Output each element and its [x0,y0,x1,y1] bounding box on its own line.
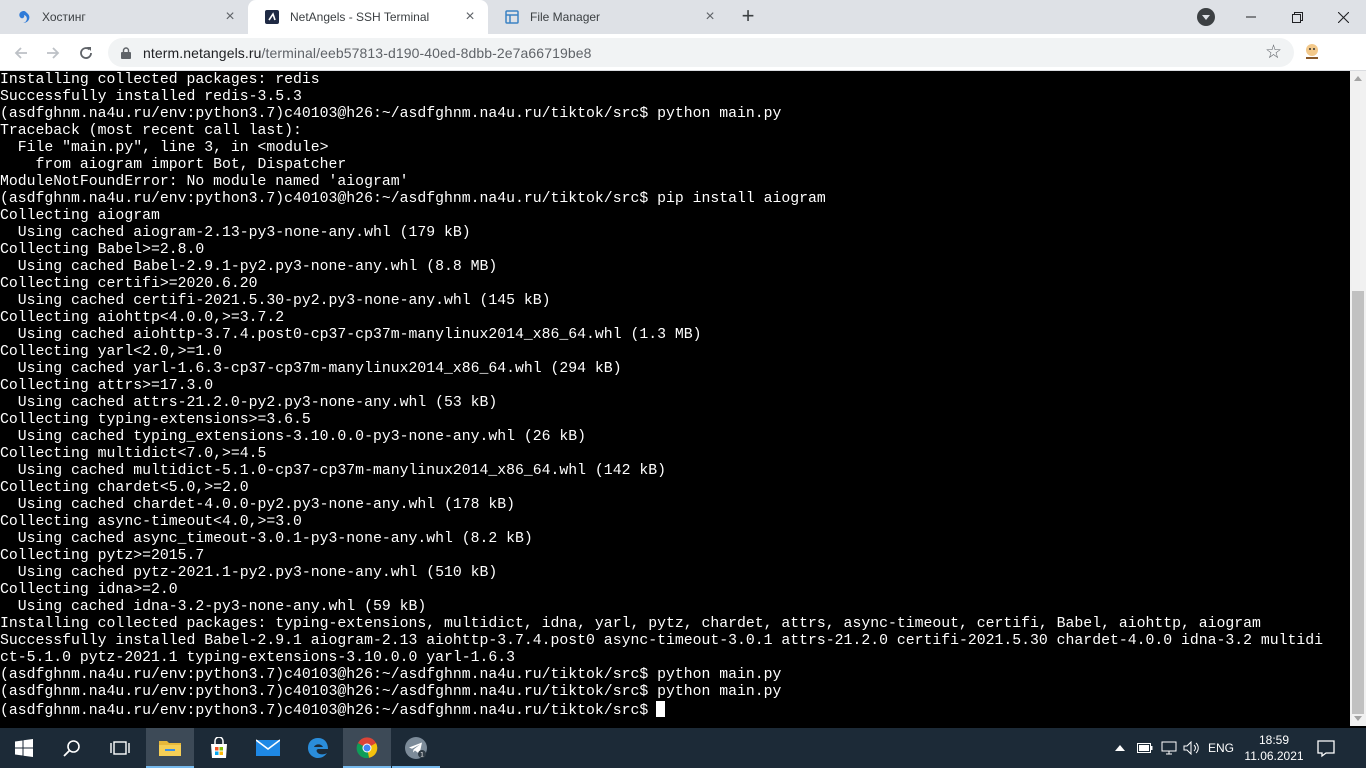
network-icon[interactable] [1158,728,1180,768]
task-view-icon[interactable] [96,728,144,768]
url-host: nterm.netangels.ru [143,45,262,61]
terminal-line: Installing collected packages: redis [0,72,320,88]
edge-icon[interactable] [294,728,342,768]
restore-icon[interactable] [1274,0,1320,34]
terminal-line: Successfully installed redis-3.5.3 [0,89,302,105]
windows-taskbar: 1 ENG 18:59 11.06.2021 [0,728,1366,768]
tab-title: NetAngels - SSH Terminal [290,10,430,24]
reload-icon[interactable] [73,40,99,66]
terminal-line: Using cached async_timeout-3.0.1-py3-non… [0,531,533,547]
terminal-scrollbar[interactable] [1350,71,1366,726]
terminal-line: Using cached idna-3.2-py3-none-any.whl (… [0,599,427,615]
terminal-line: Using cached certifi-2021.5.30-py2.py3-n… [0,293,551,309]
close-tab-icon[interactable]: × [702,9,718,25]
terminal-line: Collecting aiohttp<4.0.0,>=3.7.2 [0,310,285,326]
tab-title: Хостинг [42,10,86,24]
show-hidden-icons-icon[interactable] [1110,728,1130,768]
terminal-line: Collecting idna>=2.0 [0,582,178,598]
terminal-line: File "main.py", line 3, in <module> [0,140,329,156]
terminal-line: Installing collected packages: typing-ex… [0,616,1261,632]
lock-icon [121,46,131,59]
terminal-line: Using cached attrs-21.2.0-py2.py3-none-a… [0,395,498,411]
address-bar[interactable]: nterm.netangels.ru/terminal/eeb57813-d19… [108,38,1294,67]
forward-icon[interactable] [40,40,66,66]
url-text: nterm.netangels.ru/terminal/eeb57813-d19… [143,45,592,61]
terminal-line: Collecting certifi>=2020.6.20 [0,276,258,292]
terminal-line: (asdfghnm.na4u.ru/env:python3.7)c40103@h… [0,106,782,122]
telegram-icon[interactable]: 1 [392,728,440,768]
terminal-line: Using cached aiohttp-3.7.4.post0-cp37-cp… [0,327,702,343]
svg-text:1: 1 [420,752,424,759]
start-icon[interactable] [0,728,48,768]
tab-ssh-terminal[interactable]: NetAngels - SSH Terminal × [248,0,488,34]
scroll-up-icon[interactable] [1354,76,1362,81]
close-tab-icon[interactable]: × [222,9,238,25]
terminal-line: ct-5.1.0 pytz-2021.1 typing-extensions-3… [0,650,516,666]
terminal-line: (asdfghnm.na4u.ru/env:python3.7)c40103@h… [0,684,782,700]
tab-strip: Хостинг × NetAngels - SSH Terminal × Fil… [0,0,1366,34]
scroll-down-icon[interactable] [1354,716,1362,721]
new-tab-button[interactable]: + [736,5,760,29]
terminal-line: Successfully installed Babel-2.9.1 aiogr… [0,633,1324,649]
terminal-line: Collecting yarl<2.0,>=1.0 [0,344,222,360]
terminal-line: ModuleNotFoundError: No module named 'ai… [0,174,409,190]
terminal-line: Collecting chardet<5.0,>=2.0 [0,480,249,496]
terminal-line: Collecting pytz>=2015.7 [0,548,205,564]
tab-search-icon[interactable] [1197,8,1215,26]
terminal-cursor [656,701,666,717]
tab-hosting[interactable]: Хостинг × [0,0,248,34]
notification-center-icon[interactable] [1314,736,1338,760]
store-icon[interactable] [195,728,243,768]
terminal-line: Using cached yarl-1.6.3-cp37-cp37m-manyl… [0,361,622,377]
tab-title: File Manager [530,10,601,24]
close-window-icon[interactable] [1320,0,1366,34]
back-icon[interactable] [8,40,34,66]
terminal-line: Collecting async-timeout<4.0,>=3.0 [0,514,302,530]
terminal-line: Using cached aiogram-2.13-py3-none-any.w… [0,225,471,241]
terminal-line: Collecting Babel>=2.8.0 [0,242,205,258]
url-path: /terminal/eeb57813-d190-40ed-8dbb-2e7a66… [261,45,592,61]
file-explorer-icon[interactable] [146,728,194,768]
close-tab-icon[interactable]: × [462,9,478,25]
tab-file-manager[interactable]: File Manager × [488,0,728,34]
terminal-line: Collecting typing-extensions>=3.6.5 [0,412,311,428]
volume-icon[interactable] [1180,728,1204,768]
language-indicator[interactable]: ENG [1204,728,1238,768]
terminal-output: Installing collected packages: redis Succ… [0,71,1350,719]
system-clock[interactable]: 18:59 11.06.2021 [1240,732,1308,764]
terminal-line: (asdfghnm.na4u.ru/env:python3.7)c40103@h… [0,191,826,207]
terminal-line: Using cached pytz-2021.1-py2.py3-none-an… [0,565,498,581]
search-icon[interactable] [48,728,96,768]
terminal-line: Collecting multidict<7.0,>=4.5 [0,446,267,462]
browser-toolbar: nterm.netangels.ru/terminal/eeb57813-d19… [0,34,1366,71]
terminal-prompt: (asdfghnm.na4u.ru/env:python3.7)c40103@h… [0,703,649,719]
clock-date: 11.06.2021 [1244,749,1304,763]
terminal-line: (asdfghnm.na4u.ru/env:python3.7)c40103@h… [0,667,782,683]
netangels-terminal-icon [264,9,280,25]
extension-icon[interactable] [1302,42,1322,62]
mail-icon[interactable] [244,728,292,768]
netangels-swirl-icon [16,9,32,25]
ssh-terminal[interactable]: Installing collected packages: redis Succ… [0,71,1350,726]
terminal-line: from aiogram import Bot, Dispatcher [0,157,347,173]
terminal-line: Traceback (most recent call last): [0,123,302,139]
chrome-icon[interactable] [343,728,391,768]
scrollbar-thumb[interactable] [1352,291,1364,714]
minimize-icon[interactable] [1228,0,1274,34]
clock-time: 18:59 [1258,733,1290,747]
file-manager-icon [504,9,520,25]
terminal-line: Collecting aiogram [0,208,160,224]
bookmark-star-icon[interactable]: ☆ [1265,41,1282,64]
terminal-line: Using cached Babel-2.9.1-py2.py3-none-an… [0,259,498,275]
terminal-line: Using cached chardet-4.0.0-py2.py3-none-… [0,497,516,513]
battery-icon[interactable] [1134,728,1156,768]
terminal-line: Using cached typing_extensions-3.10.0.0-… [0,429,587,445]
terminal-line: Collecting attrs>=17.3.0 [0,378,214,394]
terminal-prompt-line[interactable]: (asdfghnm.na4u.ru/env:python3.7)c40103@h… [0,701,1350,719]
terminal-line: Using cached multidict-5.1.0-cp37-cp37m-… [0,463,666,479]
